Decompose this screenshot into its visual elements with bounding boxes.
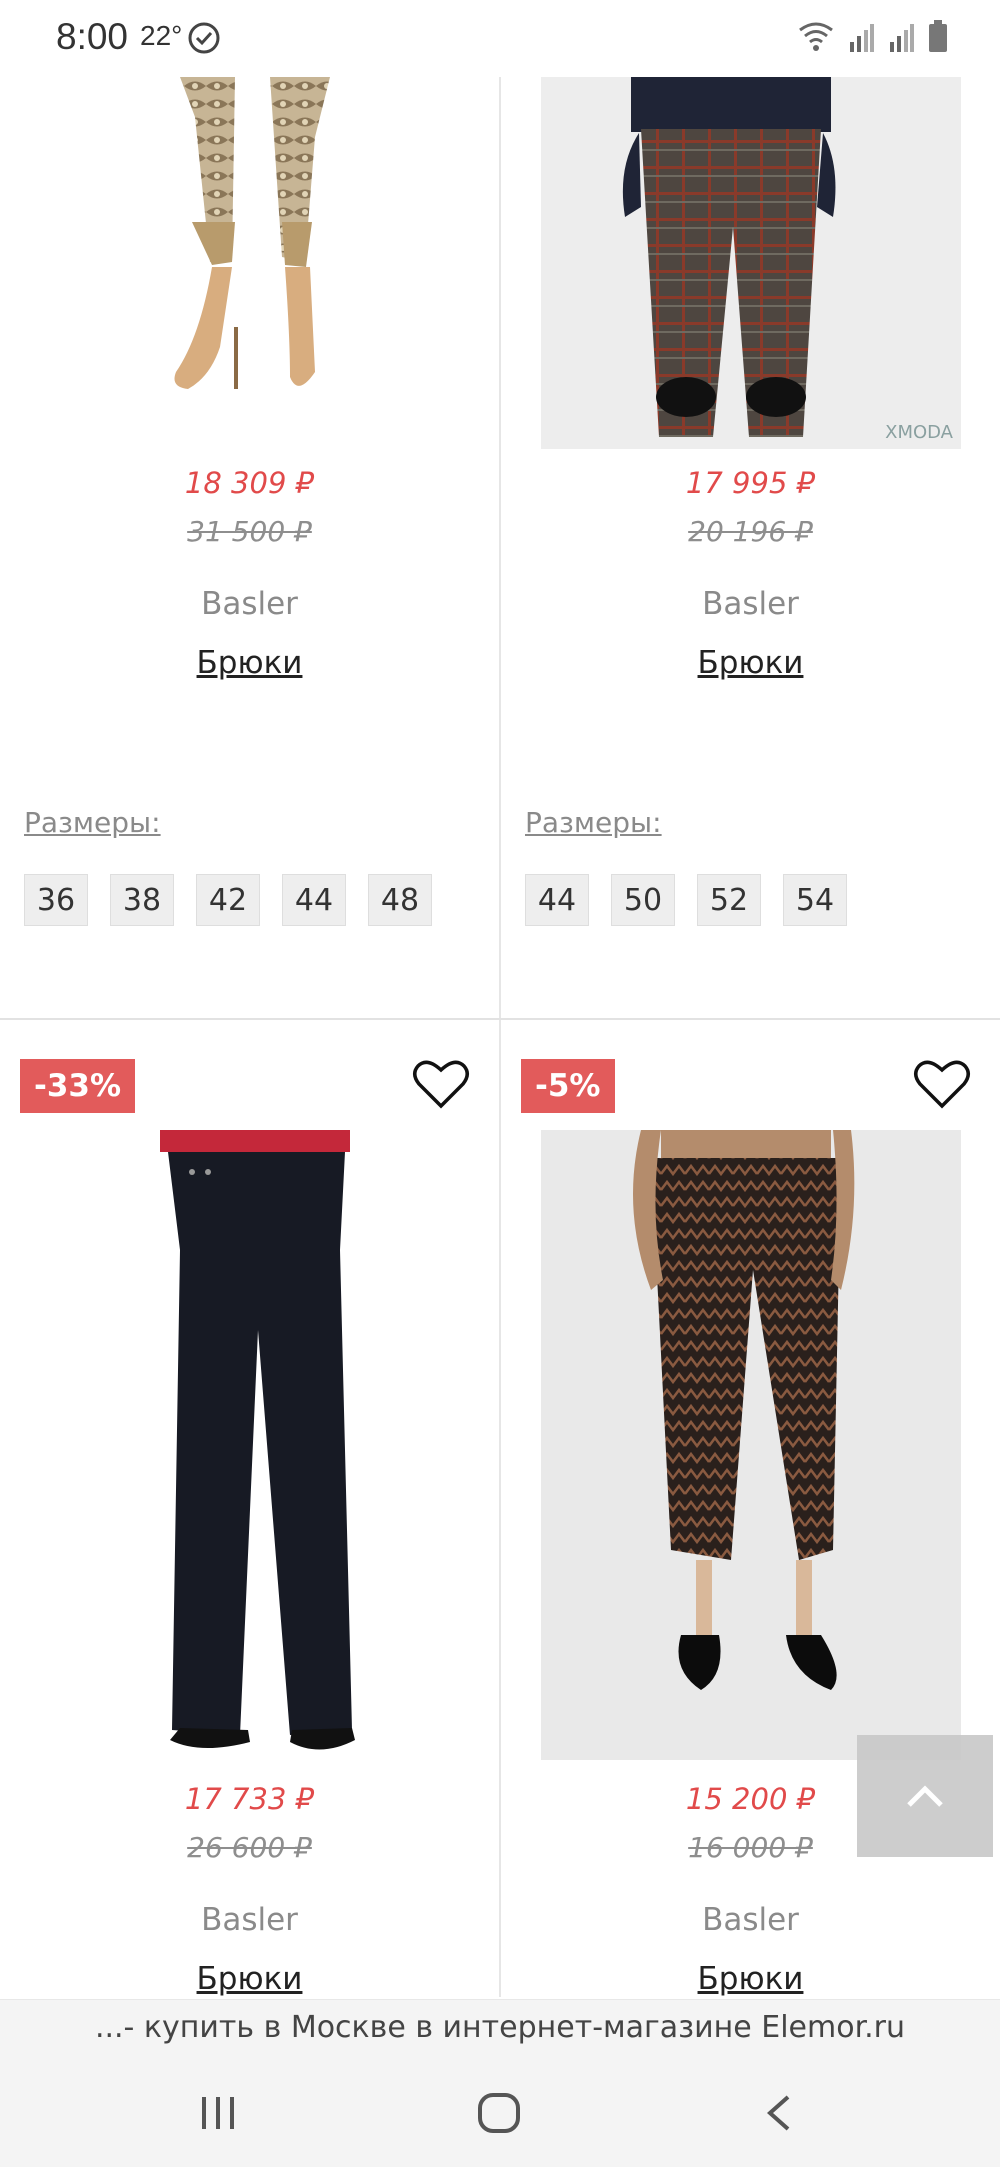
product-old-price: 20 196 ₽	[688, 515, 813, 548]
product-card[interactable]: 18 309 ₽ 31 500 ₽ Basler Брюки Размеры: …	[0, 0, 499, 1018]
status-time: 8:00	[56, 16, 129, 57]
status-bar: 8:00 22°	[0, 0, 1000, 77]
chevron-up-icon	[907, 1785, 943, 1807]
system-nav-bar	[0, 2057, 1000, 2167]
heart-icon[interactable]	[412, 1058, 470, 1110]
product-name-link[interactable]: Брюки	[0, 645, 499, 681]
scroll-to-top-button[interactable]	[857, 1735, 993, 1857]
signal-icon	[850, 24, 874, 52]
size-option[interactable]: 48	[368, 874, 432, 926]
product-name-link[interactable]: Брюки	[0, 1961, 499, 1997]
product-brand: Basler	[702, 586, 799, 622]
product-old-price: 26 600 ₽	[187, 1831, 312, 1864]
home-icon[interactable]	[476, 2091, 522, 2135]
product-name-link[interactable]: Брюки	[501, 1961, 1000, 1997]
product-price: 17 995 ₽	[685, 466, 816, 500]
product-image[interactable]	[541, 1130, 961, 1760]
size-option[interactable]: 38	[110, 874, 174, 926]
recent-apps-icon[interactable]	[198, 2093, 238, 2133]
product-card[interactable]: -33% 17 733 ₽ 26 600 ₽ Basler Брюки	[0, 1020, 499, 1999]
product-image[interactable]: XMODA	[541, 77, 961, 449]
product-brand: Basler	[702, 1902, 799, 1938]
check-circle-icon	[188, 22, 220, 54]
size-option[interactable]: 44	[282, 874, 346, 926]
size-option[interactable]: 50	[611, 874, 675, 926]
discount-badge: -33%	[20, 1059, 136, 1113]
back-icon[interactable]	[762, 2093, 796, 2133]
page-title-text: ...- купить в Москве в интернет-магазине…	[94, 2010, 906, 2045]
heart-icon[interactable]	[913, 1058, 971, 1110]
size-list: 36 38 42 44 48	[24, 874, 432, 926]
product-image[interactable]	[140, 1130, 370, 1775]
product-brand: Basler	[201, 1902, 298, 1938]
size-option[interactable]: 52	[697, 874, 761, 926]
product-card[interactable]: XMODA 17 995 ₽ 20 196 ₽ Basler Брюки Раз…	[501, 0, 1000, 1018]
discount-badge: -5%	[521, 1059, 615, 1113]
wifi-icon	[799, 22, 833, 51]
browser-title-bar[interactable]: ...- купить в Москве в интернет-магазине…	[0, 1999, 1000, 2057]
sizes-label: Размеры:	[24, 806, 161, 839]
size-option[interactable]: 36	[24, 874, 88, 926]
sizes-label: Размеры:	[525, 806, 662, 839]
signal-icon	[890, 24, 914, 52]
status-temperature: 22°	[140, 20, 183, 51]
product-name-link[interactable]: Брюки	[501, 645, 1000, 681]
product-price: 17 733 ₽	[184, 1782, 315, 1816]
product-price: 18 309 ₽	[184, 466, 315, 500]
watermark-text: XMODA	[885, 422, 953, 443]
product-brand: Basler	[201, 586, 298, 622]
size-option[interactable]: 44	[525, 874, 589, 926]
size-list: 44 50 52 54	[525, 874, 847, 926]
battery-icon	[929, 20, 947, 52]
size-option[interactable]: 54	[783, 874, 847, 926]
product-image[interactable]	[140, 77, 370, 412]
product-old-price: 31 500 ₽	[187, 515, 312, 548]
size-option[interactable]: 42	[196, 874, 260, 926]
